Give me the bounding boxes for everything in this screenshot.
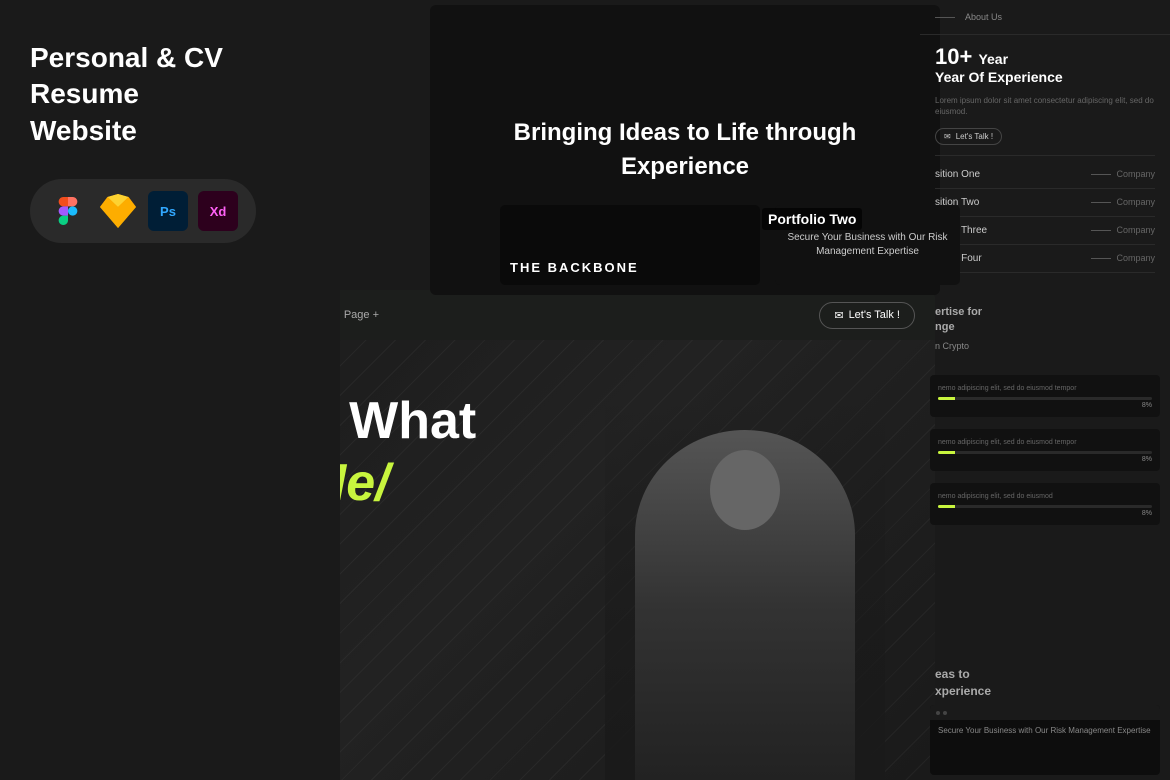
expertise-heading: ertise for nge xyxy=(935,305,1155,336)
skill-item-3: nemo adipiscing elit, sed do eiusmod 8% xyxy=(930,483,1160,525)
position-4-company: Company xyxy=(1091,253,1155,263)
experience-label1: Year xyxy=(978,51,1008,67)
nav-cta-button[interactable]: ✉ Let's Talk ! xyxy=(819,302,915,329)
exp-item-2: sition Two Company xyxy=(935,189,1155,217)
person-head xyxy=(710,450,780,530)
backbone-card: THE BACKBONE xyxy=(500,205,760,285)
skill-3-bar-fill xyxy=(938,505,955,508)
lets-talk-button[interactable]: ✉ Let's Talk ! xyxy=(935,128,1002,145)
exp-item-1: sition One Company xyxy=(935,161,1155,189)
mid-right-expertise: ertise for nge n Crypto xyxy=(935,305,1155,356)
skill-3-percent: 8% xyxy=(938,510,1152,517)
experience-stat: 10+ Year Year Of Experience xyxy=(920,35,1170,95)
line-icon xyxy=(1091,174,1111,175)
position-1-title: sition One xyxy=(935,169,980,180)
envelope-icon: ✉ xyxy=(834,309,843,322)
experience-label: Year Of Experience xyxy=(935,69,1155,85)
divider xyxy=(935,155,1155,156)
nav-page: Page + xyxy=(344,309,379,321)
skill-1-bar-fill xyxy=(938,397,955,400)
skill-1-bar-bg xyxy=(938,397,1152,400)
experience-years: 10+ Year xyxy=(935,45,1155,69)
skill-3-name: nemo adipiscing elit, sed do eiusmod xyxy=(938,491,1152,500)
skill-1-percent: 8% xyxy=(938,402,1152,409)
position-1-company: Company xyxy=(1091,169,1155,179)
skill-2-bar-fill xyxy=(938,451,955,454)
small-preview-text: Secure Your Business with Our Risk Manag… xyxy=(938,725,1152,736)
exp-item-4: sition Four Company xyxy=(935,245,1155,273)
bottom-right-heading: eas to xperience xyxy=(935,666,1155,700)
bottom-right-text: eas to xperience xyxy=(935,666,1155,700)
exp-item-3: sition Three Company xyxy=(935,217,1155,245)
position-2-company: Company xyxy=(1091,197,1155,207)
line-icon xyxy=(1091,230,1111,231)
center-headline: Bringing Ideas to Life through Experienc… xyxy=(460,116,910,183)
ps-icon: Ps xyxy=(148,191,188,231)
skill-3-bar-bg xyxy=(938,505,1152,508)
skill-2-name: nemo adipiscing elit, sed do eiusmod tem… xyxy=(938,437,1152,446)
left-panel: Personal & CV Resume Website xyxy=(0,0,340,780)
product-title: Personal & CV Resume Website xyxy=(30,40,310,149)
tool-icons-container: Ps Xd xyxy=(30,179,256,243)
skill-2-percent: 8% xyxy=(938,456,1152,463)
position-3-company: Company xyxy=(1091,225,1155,235)
skill-item-1: nemo adipiscing elit, sed do eiusmod tem… xyxy=(930,375,1160,417)
small-portfolio-preview: Secure Your Business with Our Risk Manag… xyxy=(930,705,1160,775)
hero-person-image xyxy=(605,400,885,780)
skills-section: nemo adipiscing elit, sed do eiusmod tem… xyxy=(920,370,1170,542)
experience-description: Lorem ipsum dolor sit amet consectetur a… xyxy=(920,95,1170,117)
sketch-icon xyxy=(98,191,138,231)
xd-icon: Xd xyxy=(198,191,238,231)
right-content-layers: About Us 10+ Year Year Of Experience Lor… xyxy=(920,0,1170,780)
skill-2-bar-bg xyxy=(938,451,1152,454)
about-label: About Us xyxy=(965,12,1002,22)
envelope-small-icon: ✉ xyxy=(944,132,951,141)
figma-icon xyxy=(48,191,88,231)
crypto-label: n Crypto xyxy=(935,341,1155,351)
line-icon xyxy=(1091,202,1111,203)
skill-item-2: nemo adipiscing elit, sed do eiusmod tem… xyxy=(930,429,1160,471)
line-icon xyxy=(1091,258,1111,259)
person-silhouette xyxy=(635,430,855,780)
backbone-text: THE BACKBONE xyxy=(510,260,639,275)
dash-icon xyxy=(935,17,955,18)
about-bar: About Us xyxy=(920,0,1170,35)
portfolio-two-badge: Portfolio Two xyxy=(762,208,862,230)
skill-1-name: nemo adipiscing elit, sed do eiusmod tem… xyxy=(938,383,1152,392)
